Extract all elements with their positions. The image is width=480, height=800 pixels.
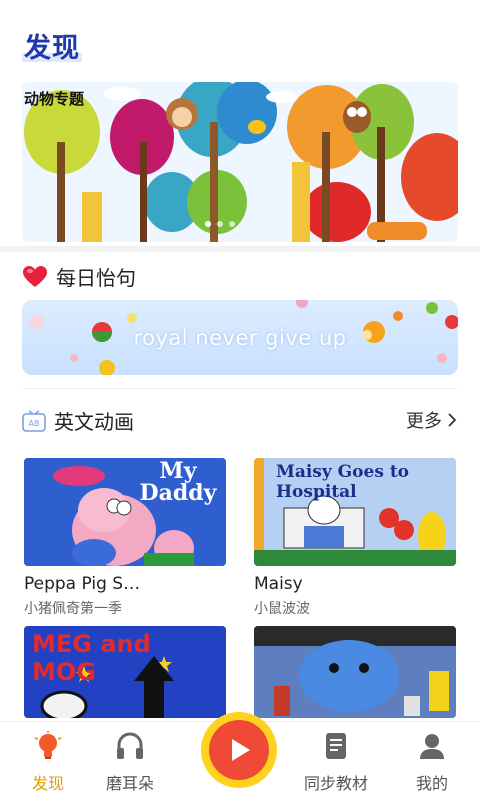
video-card[interactable]: Maisy Goes to Hospital Maisy 小鼠波波 xyxy=(254,458,456,618)
video-thumbnail: My Daddy xyxy=(24,458,226,566)
carousel-dot[interactable] xyxy=(217,221,223,227)
nav-item-profile[interactable]: 我的 xyxy=(392,730,472,794)
daily-quote-card[interactable]: royal never give up xyxy=(22,300,458,375)
headphones-icon xyxy=(117,732,143,759)
lightbulb-icon xyxy=(34,731,62,759)
play-icon xyxy=(232,739,250,761)
daily-quote-header: 每日怡句 xyxy=(22,262,136,291)
heart-icon xyxy=(23,265,47,287)
video-subtitle: 小鼠波波 xyxy=(254,601,310,617)
nav-label: 同步教材 xyxy=(303,774,368,793)
chevron-right-icon xyxy=(448,413,457,427)
video-name: Maisy xyxy=(254,574,303,594)
carousel-dots xyxy=(205,221,235,227)
nav-label: 我的 xyxy=(415,774,448,793)
cover-title: MEG and MOG xyxy=(32,630,151,686)
book-icon xyxy=(326,733,346,759)
tv-icon: AB xyxy=(22,409,46,432)
section-divider xyxy=(0,246,480,252)
carousel-dot[interactable] xyxy=(205,221,211,227)
animation-header: AB 英文动画 xyxy=(22,406,134,435)
video-thumbnail: MEG and MOG xyxy=(24,626,226,718)
nav-label: 磨耳朵 xyxy=(105,774,154,793)
video-name: Peppa Pig S… xyxy=(24,574,141,594)
section-divider xyxy=(22,388,458,389)
daily-quote-title: 每日怡句 xyxy=(56,266,136,290)
more-link[interactable]: 更多 xyxy=(406,407,458,433)
nav-item-discover[interactable]: 发现 xyxy=(8,730,88,794)
daily-quote-text: royal never give up xyxy=(133,326,347,350)
video-card[interactable]: My Daddy Peppa Pig S… 小猪佩奇第一季 xyxy=(24,458,226,618)
bottom-nav: 发现 磨耳朵 同步教材 我的 xyxy=(0,712,480,800)
page-title: 发现 xyxy=(22,26,82,65)
person-icon xyxy=(420,734,444,759)
cover-title: Maisy Goes to Hospital xyxy=(276,462,410,502)
more-label: 更多 xyxy=(406,411,442,432)
play-button[interactable] xyxy=(201,712,277,788)
video-subtitle: 小猪佩奇第一季 xyxy=(24,601,122,617)
nav-item-listening[interactable]: 磨耳朵 xyxy=(90,730,170,794)
svg-text:AB: AB xyxy=(29,419,40,428)
video-thumbnail xyxy=(254,626,456,718)
banner-label: 动物专题 xyxy=(24,90,85,108)
video-card[interactable] xyxy=(254,626,456,718)
cover-title: My Daddy xyxy=(139,458,217,506)
banner-illustration xyxy=(22,82,458,242)
nav-item-textbook[interactable]: 同步教材 xyxy=(296,730,376,794)
video-card[interactable]: MEG and MOG xyxy=(24,626,226,718)
carousel-dot[interactable] xyxy=(229,221,235,227)
video-thumbnail: Maisy Goes to Hospital xyxy=(254,458,456,566)
nav-label: 发现 xyxy=(31,774,64,793)
banner-carousel[interactable]: 动物专题 xyxy=(22,82,458,242)
animation-title: 英文动画 xyxy=(54,410,134,434)
